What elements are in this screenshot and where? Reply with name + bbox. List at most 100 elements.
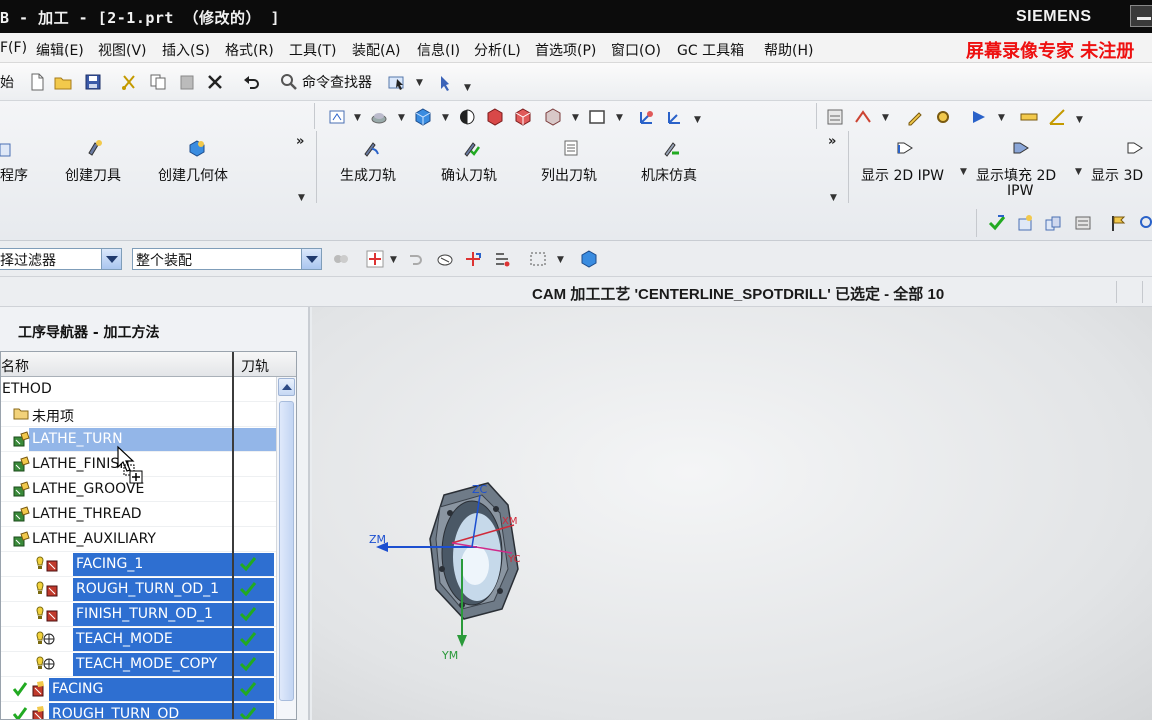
- dropdown-arrow-icon[interactable]: ▼: [354, 113, 361, 123]
- dropdown-arrow-icon[interactable]: ▼: [1076, 115, 1083, 125]
- tree-row[interactable]: LATHE_AUXILIARY: [1, 527, 276, 552]
- display-filled-2d-ipw-label-line2[interactable]: IPW: [1007, 183, 1033, 199]
- menu-help[interactable]: 帮助(H): [764, 40, 813, 60]
- menu-analysis[interactable]: 分析(L): [474, 40, 521, 60]
- menu-insert[interactable]: 插入(S): [162, 40, 210, 60]
- list-toolpath-icon[interactable]: [562, 139, 580, 157]
- undo-icon[interactable]: [242, 73, 260, 91]
- approve-check-icon[interactable]: [988, 214, 1006, 232]
- dropdown-arrow-icon[interactable]: ▼: [998, 113, 1005, 123]
- operation-list-icon[interactable]: [1074, 214, 1092, 232]
- paste-icon[interactable]: [178, 73, 196, 91]
- menu-tools[interactable]: 工具(T): [289, 40, 336, 60]
- menu-edit[interactable]: 编辑(E): [36, 40, 84, 60]
- scope-filter-select[interactable]: 整个装配: [132, 248, 322, 270]
- machine-simulation-label[interactable]: 机床仿真: [641, 165, 697, 185]
- dropdown-arrow-icon[interactable]: ▼: [694, 115, 701, 125]
- dropdown-arrow-icon[interactable]: ▼: [1075, 167, 1082, 177]
- column-name-header[interactable]: 名称: [1, 356, 29, 376]
- menu-info[interactable]: 信息(I): [417, 40, 460, 60]
- tree-row[interactable]: ETHOD: [1, 377, 276, 402]
- display-2d-ipw-label[interactable]: 显示 2D IPW: [861, 165, 944, 185]
- start-button[interactable]: 始: [0, 72, 14, 92]
- save-icon[interactable]: [84, 73, 102, 91]
- flag-icon[interactable]: [1110, 214, 1128, 232]
- copy-icon[interactable]: [149, 73, 167, 91]
- snap-options-icon[interactable]: [493, 250, 511, 268]
- dropdown-arrow-icon[interactable]: ▼: [557, 255, 564, 265]
- create-program-label[interactable]: 程序: [0, 165, 28, 185]
- create-tool-icon[interactable]: [86, 139, 104, 157]
- menu-gc-toolbox[interactable]: GC 工具箱: [677, 40, 744, 60]
- create-geometry-label[interactable]: 创建几何体: [158, 165, 228, 185]
- menu-file[interactable]: F(F): [0, 40, 27, 56]
- analysis-tool-icon[interactable]: [826, 108, 844, 126]
- cut-icon[interactable]: [120, 73, 138, 91]
- hidden-edges-icon[interactable]: [514, 108, 532, 126]
- edge-display-icon[interactable]: [486, 108, 504, 126]
- background-icon[interactable]: [588, 108, 606, 126]
- generate-toolpath-label[interactable]: 生成刀轨: [340, 165, 396, 185]
- tree-row[interactable]: FACING_1: [1, 552, 276, 577]
- more-chevron-icon[interactable]: »: [296, 134, 304, 149]
- shaded-cube-icon[interactable]: [414, 108, 432, 126]
- list-toolpath-label[interactable]: 列出刀轨: [541, 165, 597, 185]
- dropdown-arrow-icon[interactable]: ▼: [416, 78, 423, 88]
- dropdown-arrow-icon[interactable]: ▼: [398, 113, 405, 123]
- part-model[interactable]: [429, 482, 519, 620]
- model-viewport[interactable]: ZM YM ZC XM YC: [312, 307, 1152, 720]
- delete-icon[interactable]: [206, 73, 224, 91]
- search-icon[interactable]: [1138, 214, 1152, 232]
- insert-item-icon[interactable]: [1016, 214, 1034, 232]
- settings-gear-icon[interactable]: [934, 108, 952, 126]
- eraser-icon[interactable]: [436, 250, 454, 268]
- ruler-icon[interactable]: [1020, 108, 1038, 126]
- menu-window[interactable]: 窗口(O): [611, 40, 661, 60]
- tree-row[interactable]: ROUGH_TURN_OD_1: [1, 577, 276, 602]
- angle-icon[interactable]: [1048, 108, 1066, 126]
- create-program-icon[interactable]: [0, 141, 18, 159]
- chevron-down-icon[interactable]: [101, 249, 121, 269]
- wcs-dynamics-icon[interactable]: [638, 108, 656, 126]
- dropdown-arrow-icon[interactable]: ▼: [572, 113, 579, 123]
- tree-row[interactable]: 未用项: [1, 402, 276, 427]
- menu-format[interactable]: 格式(R): [225, 40, 274, 60]
- menu-view[interactable]: 视图(V): [98, 40, 147, 60]
- verify-toolpath-icon[interactable]: [462, 139, 480, 157]
- chevron-down-icon[interactable]: [301, 249, 321, 269]
- object-group-icon[interactable]: [1044, 214, 1062, 232]
- column-toolpath-header[interactable]: 刀轨: [241, 356, 269, 376]
- dropdown-arrow-icon[interactable]: ▼: [442, 113, 449, 123]
- point-dialog-icon[interactable]: [464, 250, 482, 268]
- machine-simulation-icon[interactable]: [662, 139, 680, 157]
- box-select-icon[interactable]: [529, 250, 547, 268]
- dropdown-arrow-icon[interactable]: ▼: [830, 193, 837, 203]
- display-3d-ipw-icon[interactable]: [1126, 139, 1144, 157]
- scroll-thumb[interactable]: [279, 401, 294, 701]
- dropdown-arrow-icon[interactable]: ▼: [616, 113, 623, 123]
- tree-row[interactable]: FACING: [1, 677, 276, 702]
- measure-icon[interactable]: [854, 108, 872, 126]
- tree-row[interactable]: TEACH_MODE: [1, 627, 276, 652]
- edit-object-icon[interactable]: [906, 108, 924, 126]
- render-style-icon[interactable]: [370, 108, 388, 126]
- graphics-window[interactable]: ZM YM ZC XM YC: [312, 307, 1152, 720]
- dropdown-arrow-icon[interactable]: ▼: [298, 193, 305, 203]
- create-tool-label[interactable]: 创建刀具: [65, 165, 121, 185]
- dropdown-arrow-icon[interactable]: ▼: [464, 83, 471, 93]
- selection-options-icon[interactable]: [388, 73, 406, 91]
- role-icon[interactable]: [438, 73, 456, 91]
- open-folder-icon[interactable]: [54, 73, 72, 91]
- wcs-origin-icon[interactable]: [666, 108, 684, 126]
- create-geometry-icon[interactable]: [188, 139, 206, 157]
- dropdown-arrow-icon[interactable]: ▼: [960, 167, 967, 177]
- command-finder-label[interactable]: 命令查找器: [302, 72, 372, 92]
- tree-row[interactable]: TEACH_MODE_COPY: [1, 652, 276, 677]
- wireframe-icon[interactable]: [544, 108, 562, 126]
- display-filled-2d-ipw-label[interactable]: 显示填充 2D: [976, 165, 1056, 185]
- view-orient-icon[interactable]: [328, 108, 346, 126]
- type-filter-select[interactable]: 择过滤器: [0, 248, 122, 270]
- more-chevron-icon[interactable]: »: [828, 134, 836, 149]
- command-finder-icon[interactable]: [280, 73, 298, 91]
- generate-toolpath-icon[interactable]: [362, 139, 380, 157]
